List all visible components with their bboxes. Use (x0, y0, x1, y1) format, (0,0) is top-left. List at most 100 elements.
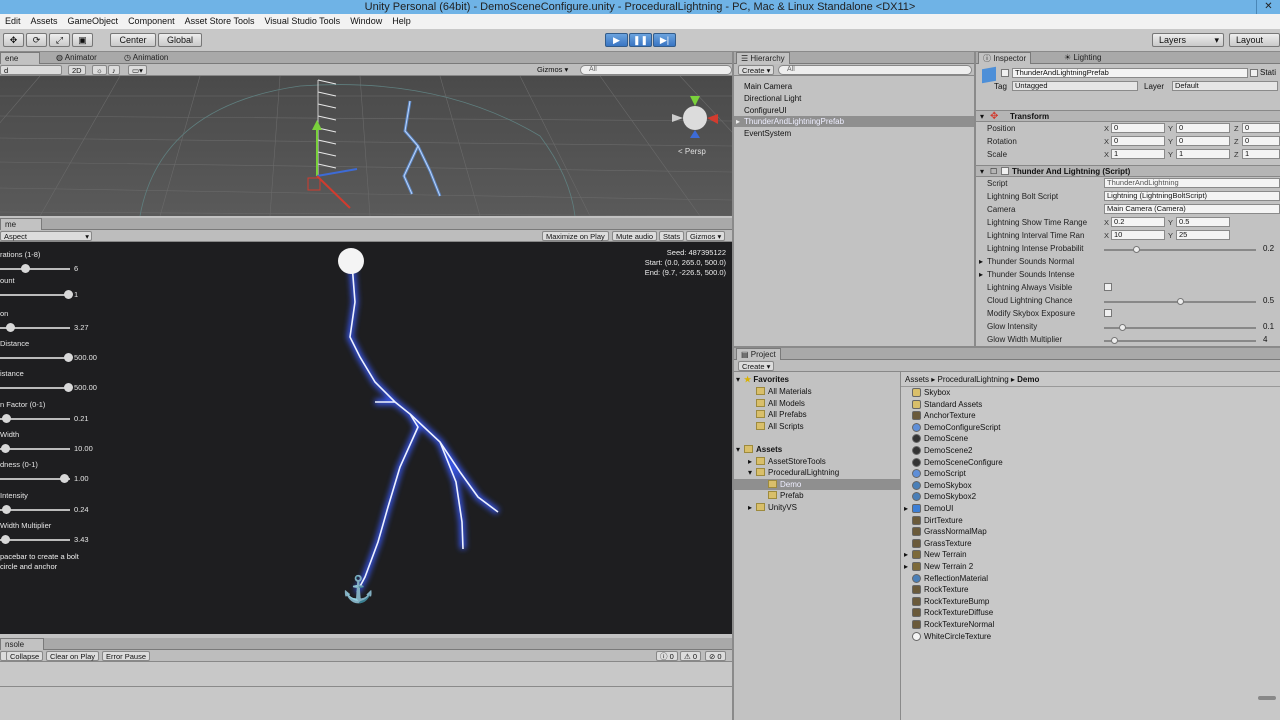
aspect-dropdown[interactable]: Aspect ▾ (0, 231, 92, 241)
glow-intensity-slider[interactable] (1104, 324, 1256, 331)
folder-asset-store-tools[interactable]: AssetStoreTools (756, 457, 826, 466)
transform-header[interactable]: ▾ ✥ Transform (976, 110, 1280, 122)
active-checkbox[interactable] (1001, 69, 1009, 77)
step-button-icon[interactable]: ▶| (653, 33, 676, 47)
favorite-all-prefabs[interactable]: All Prefabs (756, 410, 807, 419)
anchor-icon[interactable]: ⚓ (342, 576, 374, 602)
scale-tool-icon[interactable]: ⤢ (49, 33, 70, 47)
transform-x-field[interactable]: 0 (1111, 136, 1165, 146)
maximize-on-play-button[interactable]: Maximize on Play (542, 231, 609, 241)
tab-scene[interactable]: ene (0, 52, 40, 64)
scene-search-input[interactable]: All (580, 65, 732, 75)
mute-audio-button[interactable]: Mute audio (612, 231, 658, 241)
menu-window[interactable]: Window (345, 14, 387, 29)
close-window-icon[interactable]: ✕ (1256, 0, 1280, 14)
asset-item[interactable]: New Terrain (912, 550, 967, 560)
layers-dropdown[interactable]: Layers ▾ (1152, 33, 1224, 47)
config-slider-track[interactable] (0, 535, 70, 544)
interval-y-field[interactable]: 25 (1176, 230, 1230, 240)
asset-item[interactable]: RockTextureNormal (912, 620, 994, 629)
folder-prefab[interactable]: Prefab (768, 491, 804, 500)
folder-procedural-lightning[interactable]: ProceduralLightning (756, 468, 839, 477)
collapse-button[interactable]: Collapse (6, 651, 44, 661)
slider-knob[interactable] (1133, 246, 1140, 253)
slider-knob[interactable] (64, 383, 73, 392)
slider-knob[interactable] (21, 264, 30, 273)
slider-knob[interactable] (64, 353, 73, 362)
slider-knob[interactable] (1, 444, 10, 453)
tab-console[interactable]: nsole (0, 638, 44, 650)
expand-arrow-icon[interactable]: ▸ (979, 270, 983, 279)
asset-item[interactable]: DemoUI (912, 504, 953, 513)
transform-y-field[interactable]: 0 (1176, 123, 1230, 133)
favorite-all-scripts[interactable]: All Scripts (756, 422, 804, 431)
hierarchy-item-configure-ui[interactable]: ConfigureUI (744, 106, 787, 115)
script-enabled-checkbox[interactable] (1001, 167, 1009, 175)
scene-view[interactable]: < Persp (0, 76, 732, 216)
menu-help[interactable]: Help (387, 14, 416, 29)
move-tool-icon[interactable]: ✥ (3, 33, 24, 47)
glow-intensity-value[interactable]: 0.1 (1263, 322, 1274, 331)
config-slider-track[interactable] (0, 444, 70, 453)
project-create-button[interactable]: Create ▾ (738, 361, 775, 371)
menu-edit[interactable]: Edit (0, 14, 26, 29)
console-log-area[interactable] (0, 662, 732, 720)
asset-item[interactable]: New Terrain 2 (912, 562, 973, 571)
menu-component[interactable]: Component (123, 14, 180, 29)
tag-dropdown[interactable]: Untagged (1012, 81, 1138, 91)
expand-arrow-icon[interactable]: ▸ (904, 550, 908, 559)
tab-animation[interactable]: ◷ Animation (120, 52, 172, 64)
transform-y-field[interactable]: 1 (1176, 149, 1230, 159)
error-pause-button[interactable]: Error Pause (102, 651, 151, 661)
slider-knob[interactable] (1, 535, 10, 544)
cloud-chance-slider[interactable] (1104, 298, 1256, 305)
stats-button[interactable]: Stats (659, 231, 685, 241)
collapse-arrow-icon[interactable]: ▾ (748, 468, 752, 477)
hierarchy-item-thunder-prefab[interactable]: ThunderAndLightningPrefab (744, 117, 844, 126)
config-slider-track[interactable] (0, 264, 70, 273)
game-view[interactable]: ⚓ Seed: 487395122 Start: (0.0, 265.0, 50… (0, 242, 732, 634)
show-time-y-field[interactable]: 0.5 (1176, 217, 1230, 227)
config-slider-track[interactable] (0, 290, 73, 299)
script-field[interactable]: ThunderAndLightning (1104, 178, 1280, 188)
skybox-exposure-checkbox[interactable] (1104, 309, 1112, 317)
warning-count-toggle[interactable]: ⚠ 0 (680, 651, 701, 661)
asset-item[interactable]: WhiteCircleTexture (912, 631, 991, 641)
2d-toggle[interactable]: 2D (68, 65, 86, 75)
asset-item[interactable]: AnchorTexture (912, 411, 976, 421)
play-button-icon[interactable]: ▶ (605, 33, 628, 47)
transform-y-field[interactable]: 0 (1176, 136, 1230, 146)
game-gizmos-button[interactable]: Gizmos ▾ (686, 231, 726, 241)
asset-item[interactable]: RockTextureDiffuse (912, 608, 993, 618)
effects-dropdown-icon[interactable]: ▭▾ (128, 65, 147, 75)
camera-field[interactable]: Main Camera (Camera) (1104, 204, 1280, 214)
tab-inspector[interactable]: ⓘ Inspector (978, 52, 1032, 64)
asset-item[interactable]: GrassNormalMap (912, 527, 987, 537)
config-slider-track[interactable] (0, 505, 70, 514)
expand-arrow-icon[interactable]: ▸ (748, 457, 752, 466)
hierarchy-item-main-camera[interactable]: Main Camera (744, 82, 792, 91)
pivot-center-button[interactable]: Center (110, 33, 156, 47)
interval-x-field[interactable]: 10 (1111, 230, 1165, 240)
tab-game[interactable]: me (0, 218, 42, 230)
menu-visual-studio-tools[interactable]: Visual Studio Tools (259, 14, 345, 29)
breadcrumb-assets[interactable]: Assets (905, 375, 929, 384)
tab-animator[interactable]: ◍ Animator (52, 52, 101, 64)
transform-z-field[interactable]: 0 (1242, 136, 1280, 146)
slider-knob[interactable] (2, 505, 11, 514)
asset-item[interactable]: DemoSceneConfigure (912, 457, 1003, 467)
cloud-chance-value[interactable]: 0.5 (1263, 296, 1274, 305)
rect-tool-icon[interactable]: ▣ (72, 33, 93, 47)
asset-item[interactable]: DemoConfigureScript (912, 422, 1000, 432)
assets-header[interactable]: Assets (744, 445, 782, 454)
shading-mode-dropdown[interactable]: d (0, 65, 62, 75)
persp-label[interactable]: < Persp (678, 147, 706, 156)
menu-assets[interactable]: Assets (26, 14, 63, 29)
slider-knob[interactable] (64, 290, 73, 299)
favorite-all-materials[interactable]: All Materials (756, 387, 812, 396)
thunder-intense-label[interactable]: Thunder Sounds Intense (987, 270, 1075, 279)
gizmos-dropdown[interactable]: Gizmos ▾ (534, 65, 571, 75)
intense-probability-slider[interactable] (1104, 246, 1256, 253)
asset-item[interactable]: RockTexture (912, 585, 968, 595)
config-slider-track[interactable] (0, 414, 70, 423)
